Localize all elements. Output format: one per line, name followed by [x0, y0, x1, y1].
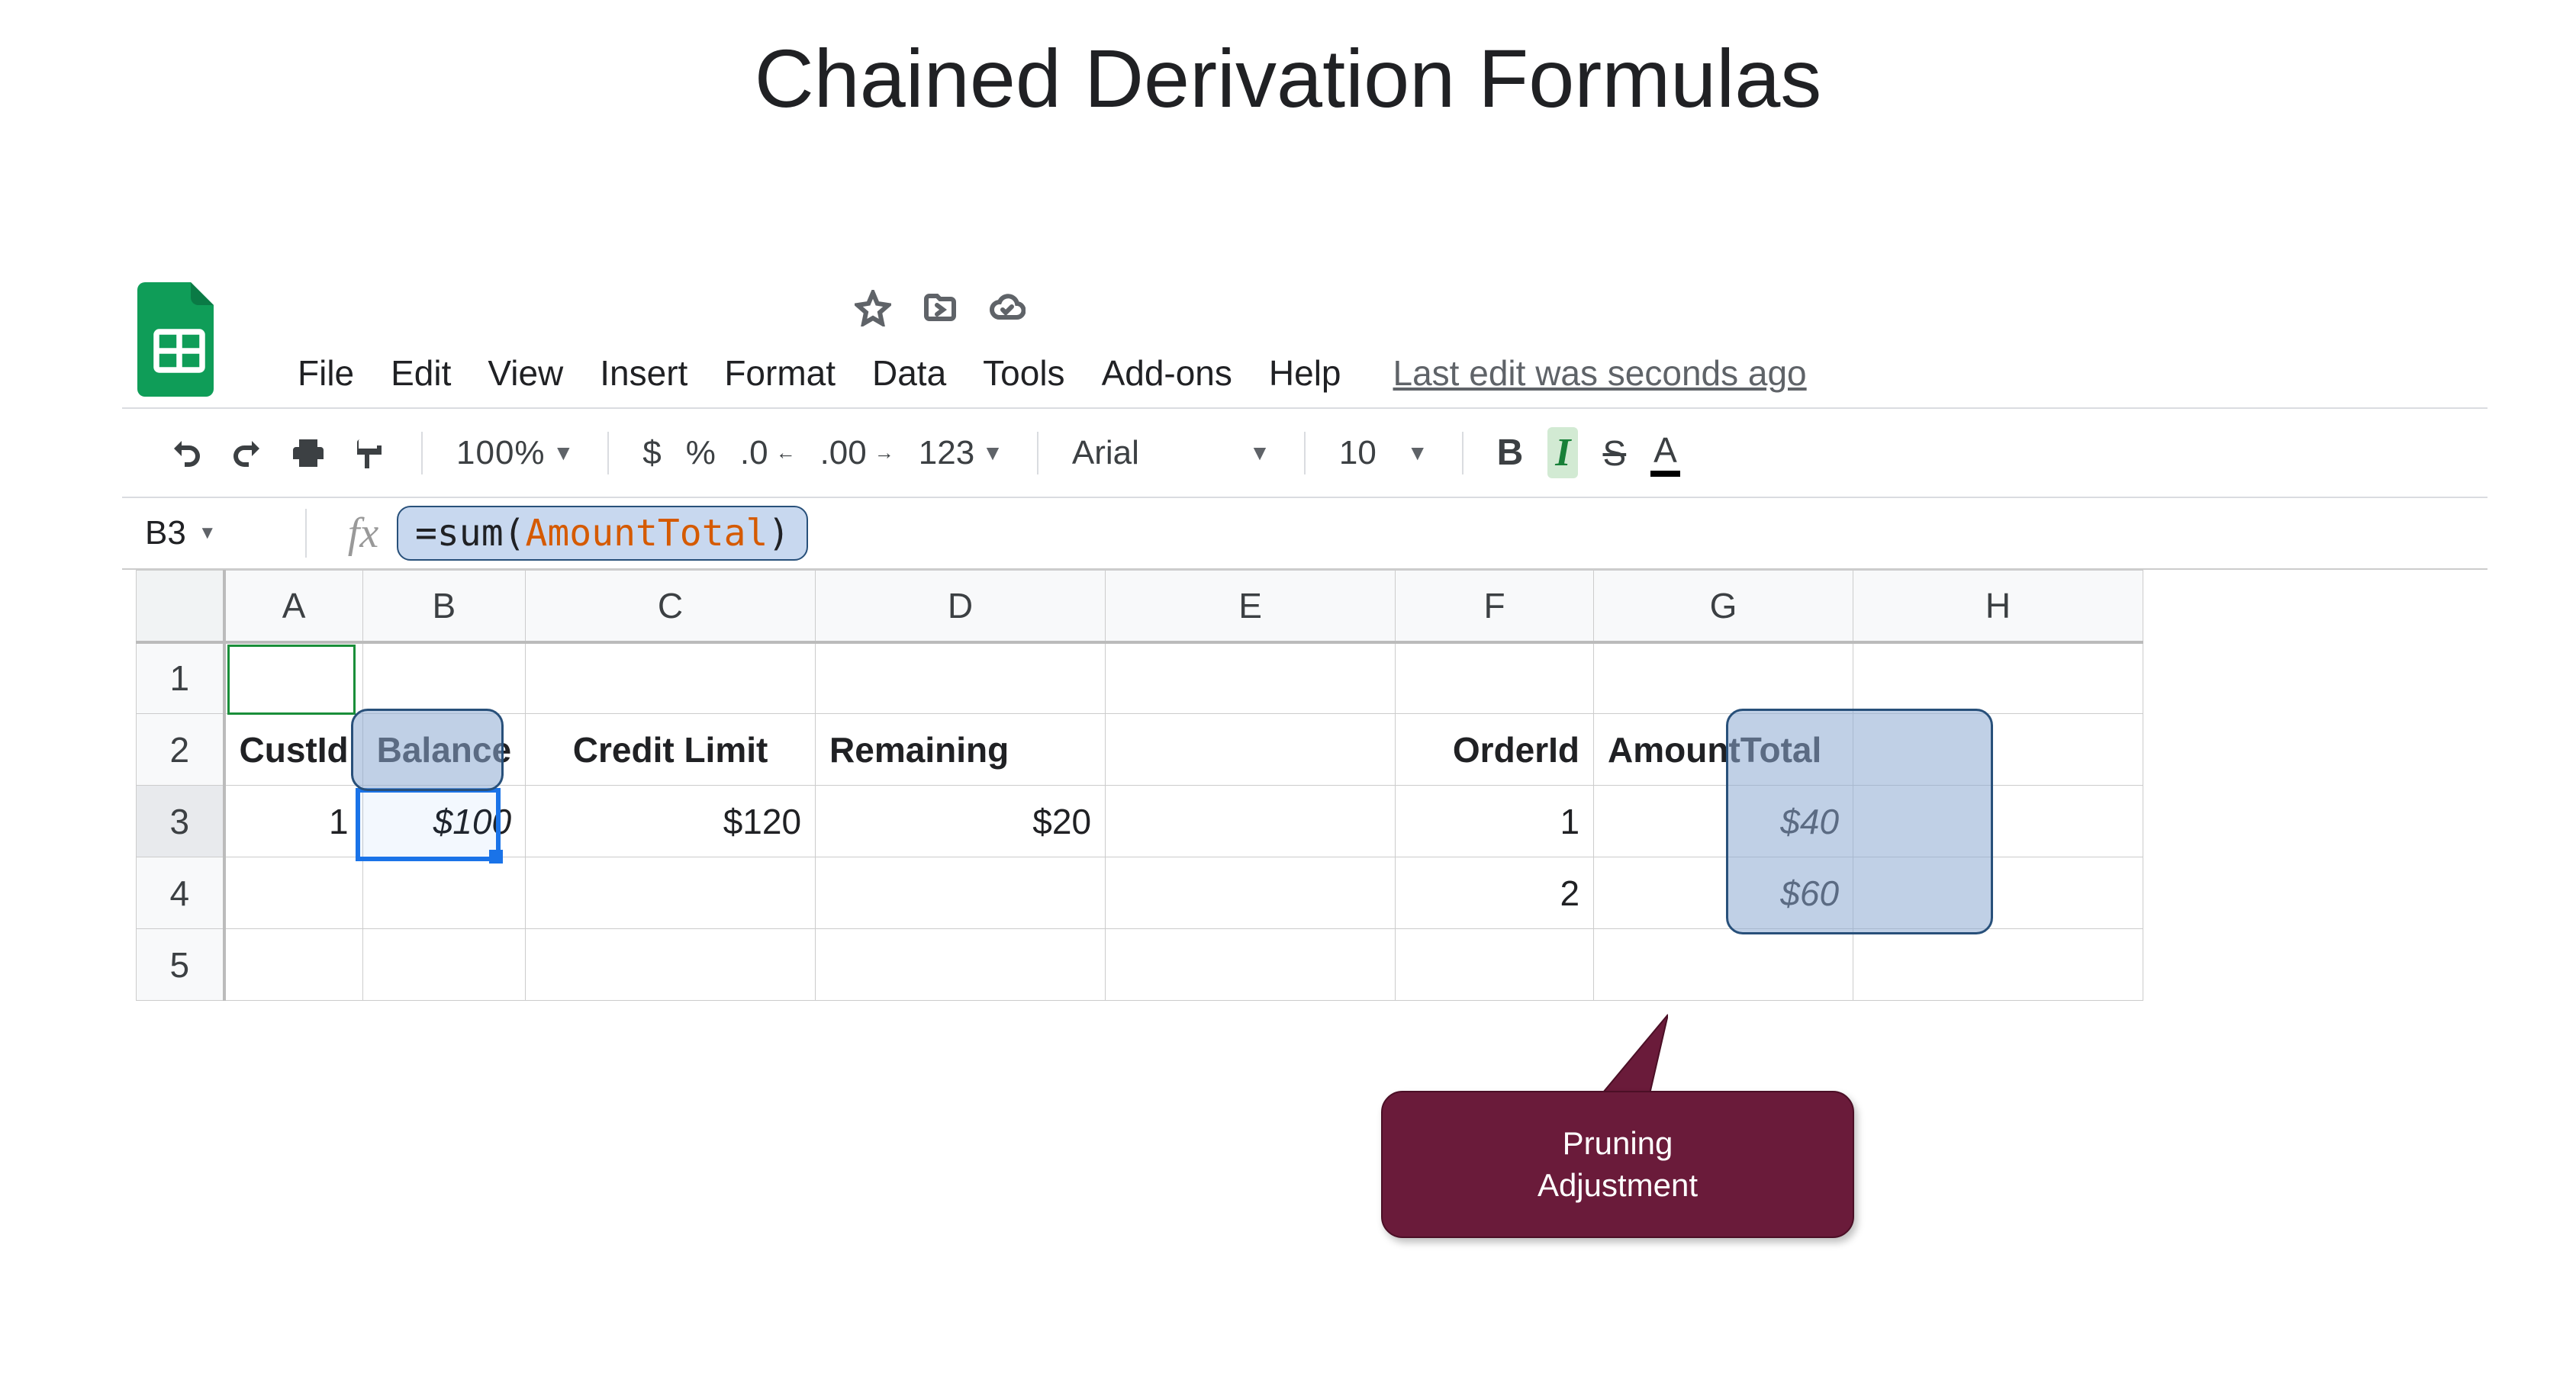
menu-edit[interactable]: Edit — [391, 352, 451, 394]
cell-A5[interactable] — [224, 929, 363, 1001]
decrease-decimal-button[interactable]: .0← — [740, 434, 796, 472]
cell-E4[interactable] — [1106, 857, 1396, 929]
name-box[interactable]: B3▼ — [145, 514, 305, 552]
toolbar: 100%▼ $ % .0← .00→ 123▼ Arial▼ 10▼ B I S… — [122, 409, 2487, 497]
col-header-C[interactable]: C — [526, 571, 816, 642]
font-dropdown[interactable]: Arial▼ — [1072, 434, 1270, 472]
col-header-G[interactable]: G — [1594, 571, 1853, 642]
cloud-saved-icon[interactable] — [989, 290, 1026, 326]
col-header-B[interactable]: B — [362, 571, 525, 642]
redo-icon[interactable] — [229, 435, 266, 471]
col-header-D[interactable]: D — [816, 571, 1106, 642]
cell-E2[interactable] — [1106, 714, 1396, 786]
col-header-E[interactable]: E — [1106, 571, 1396, 642]
menu-data[interactable]: Data — [872, 352, 946, 394]
menubar: File Edit View Insert Format Data Tools … — [122, 330, 2487, 394]
cell-D4[interactable] — [816, 857, 1106, 929]
menu-view[interactable]: View — [488, 352, 563, 394]
cell-C5[interactable] — [526, 929, 816, 1001]
menu-format[interactable]: Format — [724, 352, 836, 394]
menu-addons[interactable]: Add-ons — [1102, 352, 1232, 394]
cell-C2[interactable]: Credit Limit — [526, 714, 816, 786]
slide-title: Chained Derivation Formulas — [0, 0, 2576, 126]
col-header-A[interactable]: A — [224, 571, 363, 642]
number-format-dropdown[interactable]: 123▼ — [919, 434, 1003, 472]
spreadsheet-grid[interactable]: A B C D E F G H 1 2 — [136, 570, 2143, 1001]
cell-E5[interactable] — [1106, 929, 1396, 1001]
cell-G1[interactable] — [1594, 642, 1853, 714]
cell-H3[interactable] — [1853, 786, 2143, 857]
cell-C1[interactable] — [526, 642, 816, 714]
cell-G2[interactable]: AmountTotal — [1594, 714, 1853, 786]
cell-G3[interactable]: $40 — [1594, 786, 1853, 857]
print-icon[interactable] — [290, 435, 327, 471]
cell-B4[interactable] — [362, 857, 525, 929]
callout-box: Pruning Adjustment — [1381, 1091, 1854, 1238]
formula-input[interactable]: =sum(AmountTotal) — [397, 506, 808, 561]
cell-F5[interactable] — [1396, 929, 1594, 1001]
cell-D1[interactable] — [816, 642, 1106, 714]
cell-A3[interactable]: 1 — [224, 786, 363, 857]
cell-G5[interactable] — [1594, 929, 1853, 1001]
cell-D5[interactable] — [816, 929, 1106, 1001]
italic-button[interactable]: I — [1547, 427, 1578, 478]
row-header-4[interactable]: 4 — [137, 857, 224, 929]
callout-line2: Adjustment — [1428, 1165, 1807, 1207]
cell-E3[interactable] — [1106, 786, 1396, 857]
row-header-5[interactable]: 5 — [137, 929, 224, 1001]
paint-format-icon[interactable] — [351, 435, 388, 471]
cell-F4[interactable]: 2 — [1396, 857, 1594, 929]
currency-button[interactable]: $ — [642, 434, 661, 472]
cell-F2[interactable]: OrderId — [1396, 714, 1594, 786]
percent-button[interactable]: % — [686, 434, 716, 472]
row-header-3[interactable]: 3 — [137, 786, 224, 857]
undo-icon[interactable] — [168, 435, 204, 471]
sheets-window: File Edit View Insert Format Data Tools … — [122, 290, 2487, 1001]
formula-bar: B3▼ fx =sum(AmountTotal) — [122, 497, 2487, 570]
menu-tools[interactable]: Tools — [983, 352, 1064, 394]
cell-H4[interactable] — [1853, 857, 2143, 929]
row-header-1[interactable]: 1 — [137, 642, 224, 714]
callout-line1: Pruning — [1428, 1123, 1807, 1165]
cell-B5[interactable] — [362, 929, 525, 1001]
cell-F3[interactable]: 1 — [1396, 786, 1594, 857]
move-folder-icon[interactable] — [922, 290, 958, 326]
cell-D3[interactable]: $20 — [816, 786, 1106, 857]
cell-H1[interactable] — [1853, 642, 2143, 714]
cell-H5[interactable] — [1853, 929, 2143, 1001]
select-all-corner[interactable] — [137, 571, 224, 642]
cell-F1[interactable] — [1396, 642, 1594, 714]
cell-A2[interactable]: CustId — [224, 714, 363, 786]
zoom-dropdown[interactable]: 100%▼ — [456, 434, 574, 472]
menu-help[interactable]: Help — [1269, 352, 1341, 394]
menu-file[interactable]: File — [298, 352, 354, 394]
text-color-button[interactable]: A — [1650, 429, 1680, 477]
col-header-F[interactable]: F — [1396, 571, 1594, 642]
cell-G4[interactable]: $60 — [1594, 857, 1853, 929]
menu-insert[interactable]: Insert — [600, 352, 687, 394]
row-header-2[interactable]: 2 — [137, 714, 224, 786]
fontsize-dropdown[interactable]: 10▼ — [1339, 434, 1428, 472]
cell-E1[interactable] — [1106, 642, 1396, 714]
cell-C3[interactable]: $120 — [526, 786, 816, 857]
strikethrough-button[interactable]: S — [1602, 433, 1626, 474]
cell-B2[interactable]: Balance — [362, 714, 525, 786]
bold-button[interactable]: B — [1497, 432, 1524, 474]
cell-A1[interactable] — [224, 642, 363, 714]
fx-icon: fx — [305, 509, 397, 558]
cell-A4[interactable] — [224, 857, 363, 929]
cell-H2[interactable] — [1853, 714, 2143, 786]
last-edit-link[interactable]: Last edit was seconds ago — [1393, 352, 1807, 394]
col-header-H[interactable]: H — [1853, 571, 2143, 642]
cell-D2[interactable]: Remaining — [816, 714, 1106, 786]
cell-B3[interactable]: $100 — [362, 786, 525, 857]
star-icon[interactable] — [855, 290, 891, 326]
increase-decimal-button[interactable]: .00→ — [820, 434, 894, 472]
cell-B1[interactable] — [362, 642, 525, 714]
cell-C4[interactable] — [526, 857, 816, 929]
sheets-logo-icon — [137, 282, 221, 397]
